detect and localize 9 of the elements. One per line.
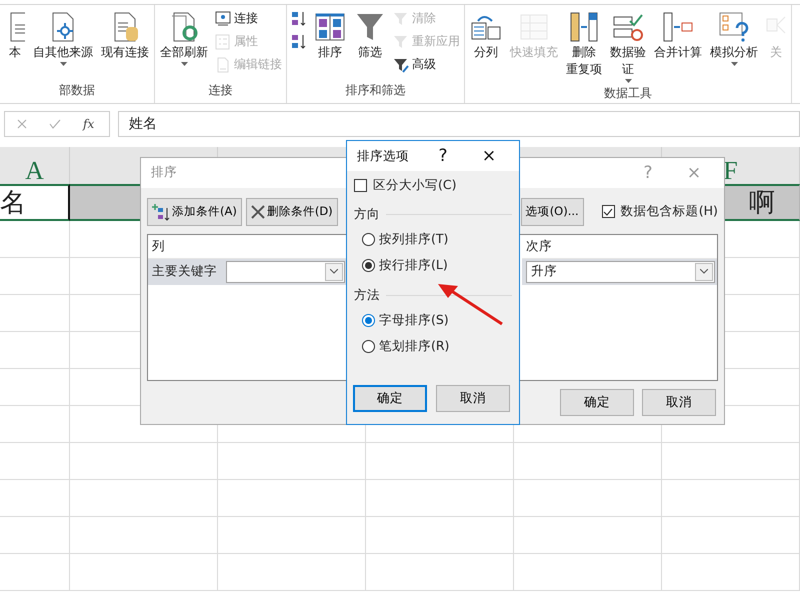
dialog-title: 排序选项	[357, 148, 410, 164]
group-label: 排序和筛选	[344, 82, 406, 99]
section-label: 方法	[354, 287, 380, 304]
dialog-title: 排序	[151, 164, 178, 182]
group-label: 连接	[208, 82, 234, 99]
sort-key-label: 主要关键字	[152, 263, 218, 280]
group-label: 部数据	[58, 82, 96, 99]
section-label: 方向	[354, 206, 380, 223]
group-label: 数据工具	[603, 85, 653, 102]
